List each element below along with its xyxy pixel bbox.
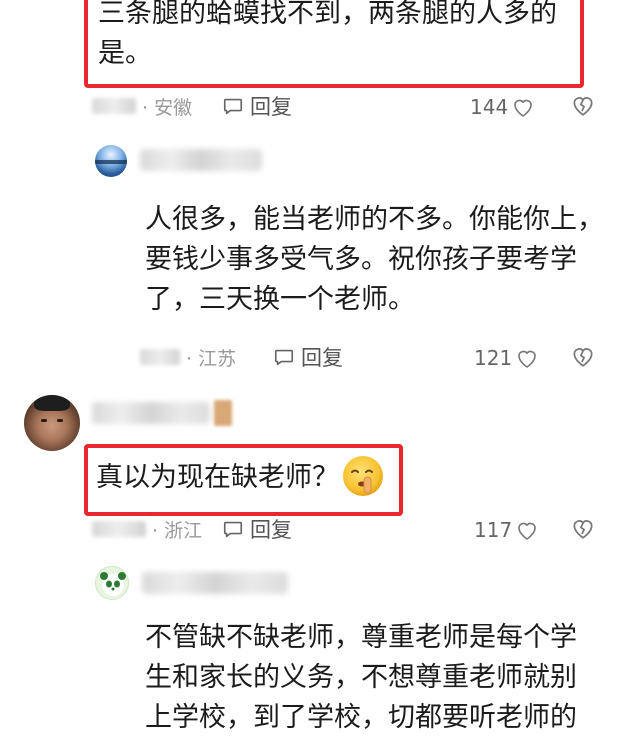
reply-label: 回复: [250, 518, 292, 542]
comment-text: 人很多，能当老师的不多。你能你上， 要钱少事多受气多。祝你孩子要考学 了，三天换…: [145, 204, 604, 315]
heart-outline-icon: [514, 99, 532, 117]
heart-outline-icon: [518, 522, 536, 540]
like-count: 144: [470, 95, 509, 119]
like-count: 121: [474, 346, 513, 370]
comment-text: 真以为现在缺老师？: [96, 462, 339, 493]
blurred-username: [92, 521, 146, 537]
comment-text: 不管缺不缺老师，尊重老师是每个学 生和家长的义务，不想尊重老师就别 上学校，到了…: [145, 622, 577, 733]
comment-bubble-icon: [274, 349, 294, 366]
avatar[interactable]: [95, 145, 127, 177]
dislike-button[interactable]: [570, 344, 596, 372]
broken-heart-icon: [573, 97, 593, 116]
location-label: · 江苏: [186, 347, 237, 370]
reply-button[interactable]: 回复: [273, 342, 343, 372]
blurred-username: [92, 98, 136, 114]
comment-bubble-icon: [223, 521, 243, 538]
blurred-username: [140, 149, 262, 171]
avatar[interactable]: [95, 566, 129, 600]
reply-label: 回复: [301, 346, 343, 370]
like-count: 117: [474, 518, 513, 542]
like-button[interactable]: 121: [474, 343, 539, 373]
blurred-username: [92, 402, 210, 424]
dislike-button[interactable]: [570, 93, 596, 121]
location-label: · 浙江: [152, 519, 203, 542]
broken-heart-icon: [573, 520, 593, 539]
reply-button[interactable]: 回复: [222, 91, 292, 121]
shushing-face-emoji: [340, 453, 386, 499]
heart-outline-icon: [518, 350, 536, 368]
location-label: · 安徽: [142, 96, 193, 119]
comment-bubble-icon: [223, 98, 243, 115]
reply-button[interactable]: 回复: [222, 514, 292, 544]
panda-icon: [100, 572, 126, 596]
like-button[interactable]: 117: [474, 515, 539, 545]
comment-text: 三条腿的蛤蟆找不到，两条腿的人多的 是。: [98, 0, 557, 69]
blurred-username: [140, 349, 180, 365]
user-badge: [214, 400, 232, 426]
avatar[interactable]: [24, 395, 80, 451]
blurred-username: [142, 572, 288, 594]
broken-heart-icon: [573, 348, 593, 367]
dislike-button[interactable]: [570, 516, 596, 544]
like-button[interactable]: 144: [470, 92, 535, 122]
reply-label: 回复: [250, 95, 292, 119]
